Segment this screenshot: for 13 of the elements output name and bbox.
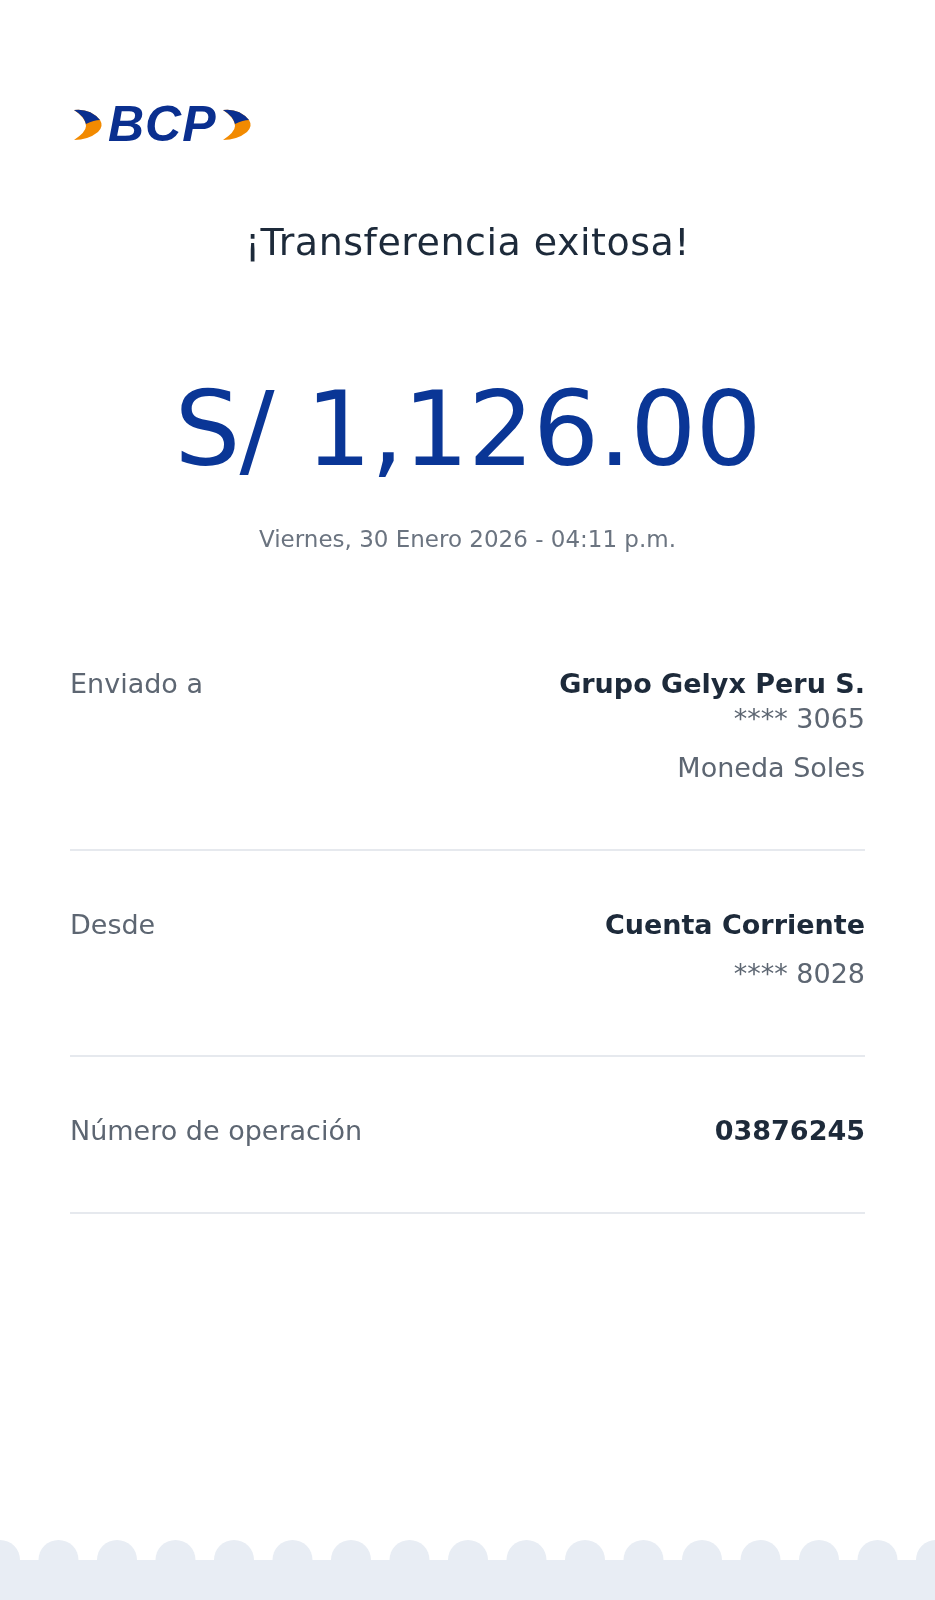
transfer-date: Viernes, 30 Enero 2026 - 04:11 p.m. [258,526,677,553]
detail-value: **** 8028 [733,958,865,990]
transfer-amount: S/ 1,126.00 [173,372,762,487]
detail-value: 03876245 [714,1115,865,1147]
detail-value: Grupo Gelyx Peru S. [559,668,865,700]
detail-value: Moneda Soles [677,752,865,784]
detail-value: Cuenta Corriente [604,909,865,941]
detail-value: **** 3065 [733,703,865,735]
success-title: ¡Transferencia exitosa! [243,220,692,264]
detail-label: Desde [70,909,156,941]
detail-label: Número de operación [70,1115,363,1147]
detail-label: Enviado a [70,668,203,700]
bcp-logo: BCP [108,99,217,149]
